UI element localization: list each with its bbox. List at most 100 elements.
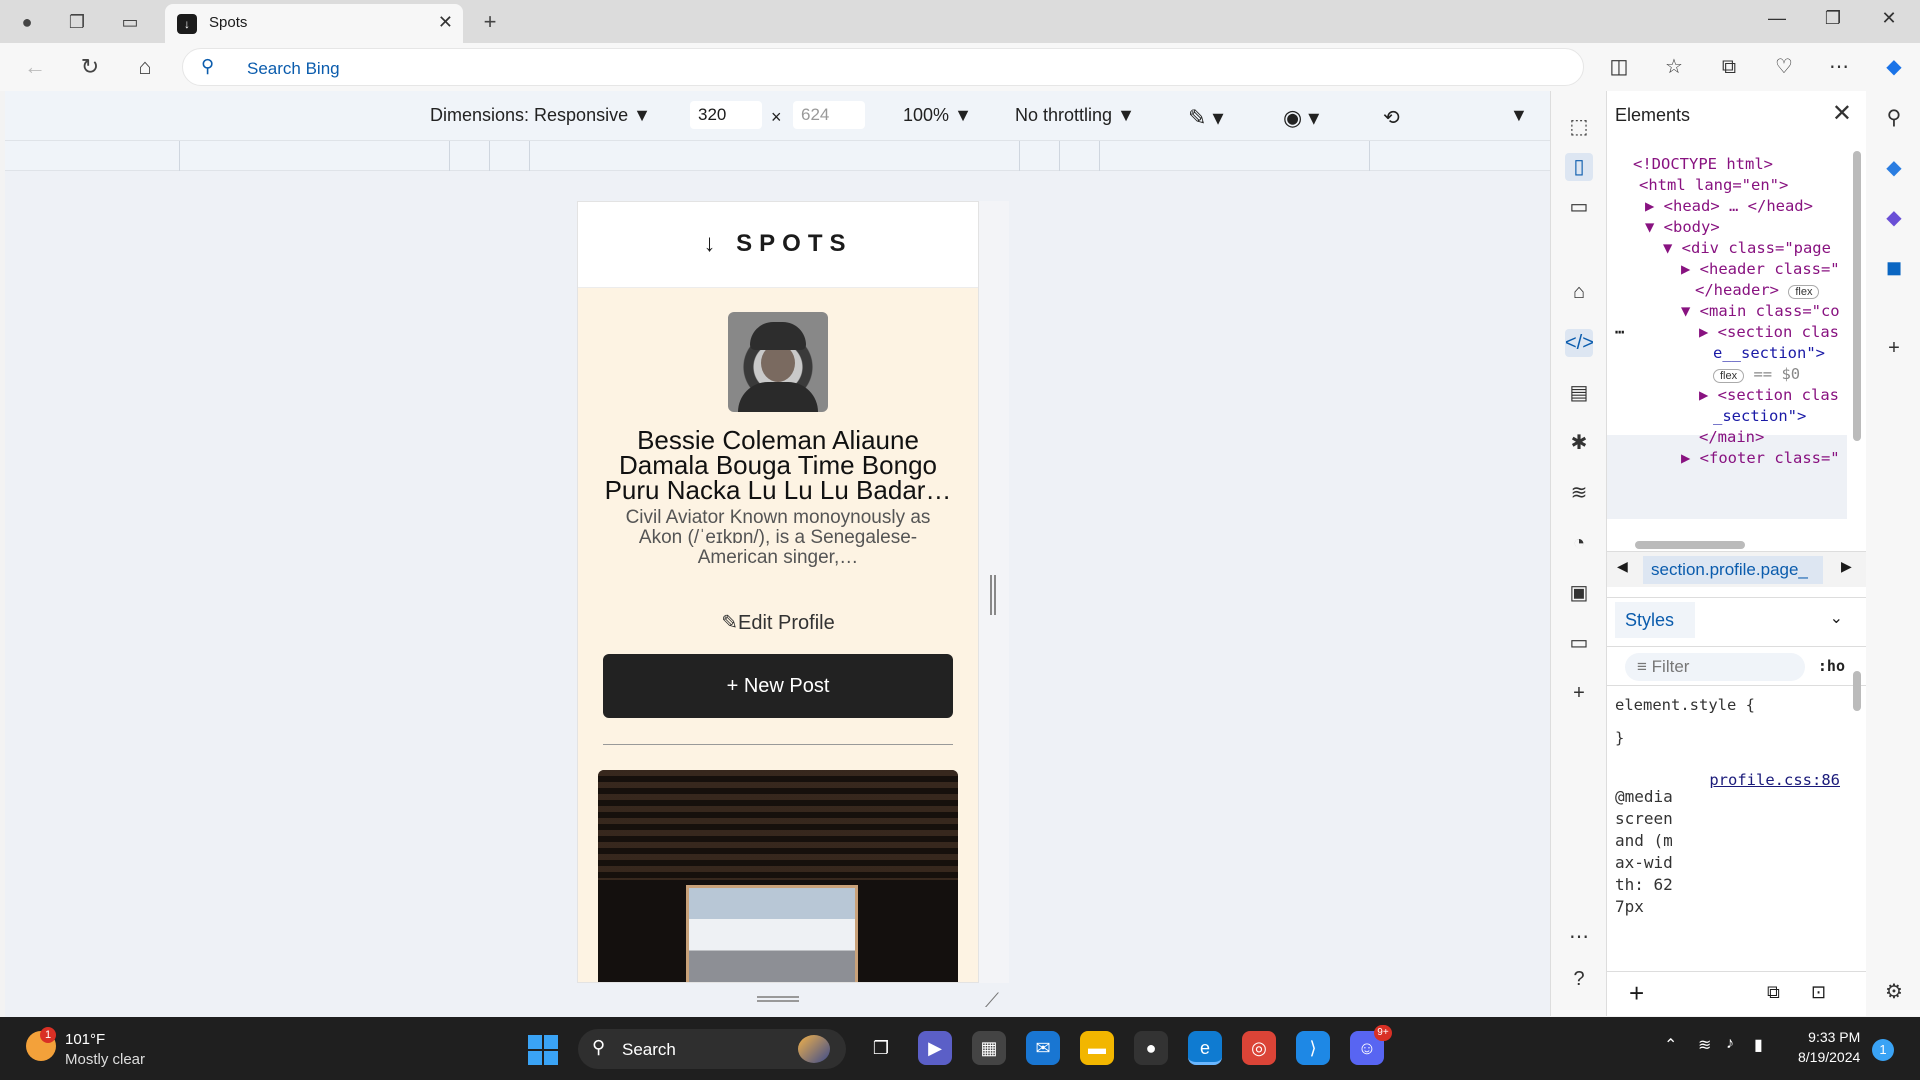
weather-desc[interactable]: Mostly clear bbox=[65, 1051, 145, 1068]
search-icon[interactable]: ⚲ bbox=[1881, 105, 1907, 131]
flex-badge[interactable]: flex bbox=[1788, 285, 1820, 299]
minimize-icon[interactable]: — bbox=[1757, 8, 1797, 29]
notification-badge[interactable]: 1 bbox=[1872, 1039, 1894, 1061]
rotate-icon[interactable]: ⟲ bbox=[1383, 105, 1400, 130]
teams-icon[interactable]: ▶ bbox=[918, 1031, 952, 1065]
dimensions-select[interactable]: Dimensions: Responsive ▼ bbox=[430, 105, 651, 126]
sidebar-toggle-icon[interactable]: ⊡ bbox=[1811, 982, 1826, 1003]
performance-icon[interactable]: ◔ bbox=[1565, 529, 1593, 557]
ruler-segment[interactable] bbox=[529, 141, 1019, 171]
more-icon[interactable]: ⋯ bbox=[1824, 53, 1854, 81]
battery-icon[interactable]: ▮ bbox=[1754, 1035, 1763, 1055]
breadcrumb[interactable]: section.profile.page_ bbox=[1643, 556, 1823, 584]
welcome-home-icon[interactable]: ⌂ bbox=[1565, 278, 1593, 306]
dom-node[interactable]: ▶ <head> … </head> bbox=[1645, 197, 1813, 215]
dom-node[interactable]: <!DOCTYPE html> bbox=[1633, 155, 1773, 173]
weather-temp[interactable]: 101°F bbox=[65, 1031, 105, 1048]
new-rule-plus-icon[interactable]: + bbox=[1629, 978, 1644, 1009]
dom-node[interactable]: </main> bbox=[1699, 428, 1764, 446]
wifi-icon[interactable]: ≋ bbox=[1698, 1035, 1711, 1055]
height-input[interactable]: 624 bbox=[793, 101, 865, 129]
file-explorer-icon[interactable]: ▬ bbox=[1080, 1031, 1114, 1065]
add-sidebar-app-icon[interactable]: + bbox=[1881, 335, 1907, 361]
dom-node[interactable]: <html lang="en"> bbox=[1639, 176, 1788, 194]
mail-icon[interactable]: ✉ bbox=[1026, 1031, 1060, 1065]
throttling-select[interactable]: No throttling ▼ bbox=[1015, 105, 1135, 126]
element-style-rule[interactable]: element.style { bbox=[1615, 696, 1755, 714]
node-actions-ellipsis-icon[interactable]: ⋯ bbox=[1615, 323, 1624, 341]
shopping-tag-icon[interactable]: ◆ bbox=[1881, 155, 1907, 181]
dom-node[interactable]: ▼ <main class="co bbox=[1681, 302, 1840, 320]
styles-scrollbar[interactable] bbox=[1853, 671, 1861, 711]
dom-scrollbar[interactable] bbox=[1853, 151, 1861, 441]
collections-icon[interactable]: ⧉ bbox=[1714, 53, 1744, 81]
tab-styles[interactable]: Styles bbox=[1615, 602, 1695, 638]
task-view-icon[interactable]: ❐ bbox=[864, 1031, 898, 1065]
dom-horizontal-scrollbar[interactable] bbox=[1635, 541, 1745, 549]
maximize-icon[interactable]: ❐ bbox=[1813, 8, 1853, 29]
ruler-segment[interactable] bbox=[1019, 141, 1059, 171]
elements-tool-icon[interactable]: </> bbox=[1565, 329, 1594, 357]
dom-node[interactable]: ▶ <section clas bbox=[1699, 386, 1839, 404]
dom-node[interactable]: </header> flex bbox=[1695, 281, 1820, 299]
dom-node[interactable]: ▼ <body> bbox=[1645, 218, 1720, 236]
vscode-icon[interactable]: ⟩ bbox=[1296, 1031, 1330, 1065]
volume-icon[interactable]: ♪ bbox=[1726, 1035, 1734, 1053]
store-icon[interactable]: ▦ bbox=[972, 1031, 1006, 1065]
zoom-select[interactable]: 100% ▼ bbox=[903, 105, 972, 126]
new-tab-icon[interactable]: + bbox=[478, 10, 502, 34]
tray-chevron-icon[interactable]: ⌃ bbox=[1664, 1035, 1677, 1055]
more-tools-plus-icon[interactable]: + bbox=[1565, 679, 1593, 707]
close-panel-icon[interactable]: ✕ bbox=[1832, 99, 1852, 128]
width-resize-handle[interactable] bbox=[990, 575, 996, 615]
sources-bug-icon[interactable]: ✱ bbox=[1565, 429, 1593, 457]
close-window-icon[interactable]: ✕ bbox=[1869, 8, 1909, 29]
ruler-segment[interactable] bbox=[179, 141, 449, 171]
more-options-icon[interactable]: ▼ bbox=[1510, 105, 1528, 126]
outlook-icon[interactable]: ◼ bbox=[1881, 255, 1907, 281]
copilot-sidebar-icon[interactable]: ◆ bbox=[1881, 205, 1907, 231]
start-windows-icon[interactable] bbox=[528, 1035, 558, 1065]
github-icon[interactable]: ● bbox=[1134, 1031, 1168, 1065]
corner-resize-icon[interactable]: ⟋ bbox=[985, 990, 999, 1013]
taskbar-search[interactable]: ⚲ Search bbox=[578, 1029, 846, 1069]
console-icon[interactable]: ▤ bbox=[1565, 379, 1593, 407]
width-input[interactable]: 320 bbox=[690, 101, 762, 129]
css-source-link[interactable]: profile.css:86 bbox=[1709, 771, 1840, 789]
vision-deficiency-icon[interactable]: ◉ ▾ bbox=[1283, 105, 1319, 131]
tab-actions-icon[interactable]: ▭ bbox=[118, 10, 142, 34]
address-input[interactable]: ⚲ Search Bing bbox=[182, 48, 1584, 86]
computed-toggle-icon[interactable]: ⧉ bbox=[1767, 982, 1780, 1003]
memory-chip-icon[interactable]: ▣ bbox=[1565, 579, 1593, 607]
crumb-left-icon[interactable]: ◀ bbox=[1617, 558, 1628, 575]
application-icon[interactable]: ▭ bbox=[1565, 629, 1593, 657]
inspect-icon[interactable]: ⬚ bbox=[1565, 113, 1593, 141]
flex-badge[interactable]: flex bbox=[1713, 369, 1745, 383]
tab-spots[interactable]: ↓ Spots ✕ bbox=[165, 4, 463, 43]
home-icon[interactable]: ⌂ bbox=[130, 53, 160, 81]
browser-essentials-icon[interactable]: ♡ bbox=[1769, 53, 1799, 81]
dom-node[interactable]: ▼ <div class="page bbox=[1663, 239, 1831, 257]
workspaces-icon[interactable]: ❐ bbox=[65, 10, 89, 34]
network-wifi-icon[interactable]: ≋ bbox=[1565, 479, 1593, 507]
crumb-right-icon[interactable]: ▶ bbox=[1841, 558, 1852, 575]
ruler-segment[interactable] bbox=[489, 141, 529, 171]
close-tab-icon[interactable]: ✕ bbox=[438, 12, 453, 33]
dom-node[interactable]: ▶ <header class=" bbox=[1681, 260, 1840, 278]
chrome-icon[interactable]: ◎ bbox=[1242, 1031, 1276, 1065]
help-icon[interactable]: ? bbox=[1565, 965, 1593, 993]
chevron-down-icon[interactable]: ⌄ bbox=[1830, 608, 1843, 628]
back-icon[interactable]: ← bbox=[20, 53, 50, 81]
dock-icon[interactable]: ▭ bbox=[1565, 193, 1593, 221]
site-logo[interactable]: ↓ SPOTS bbox=[578, 230, 978, 258]
ruler-segment[interactable] bbox=[449, 141, 489, 171]
new-post-button[interactable]: + New Post bbox=[603, 654, 953, 718]
clock[interactable]: 9:33 PM 8/19/2024 bbox=[1798, 1027, 1860, 1067]
edge-icon[interactable]: e bbox=[1188, 1031, 1222, 1065]
height-resize-handle[interactable] bbox=[757, 996, 799, 1002]
split-screen-icon[interactable]: ◫ bbox=[1604, 53, 1634, 81]
edit-profile-button[interactable]: ✎Edit Profile bbox=[578, 610, 978, 635]
more-ellipsis-icon[interactable]: ⋯ bbox=[1565, 923, 1593, 951]
refresh-icon[interactable]: ↻ bbox=[75, 53, 105, 81]
favorites-icon[interactable]: ☆ bbox=[1659, 53, 1689, 81]
